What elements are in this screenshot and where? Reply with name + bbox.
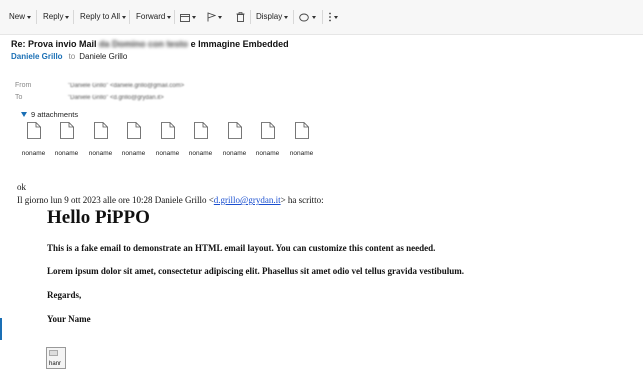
attachment-item[interactable]: noname [151, 122, 184, 157]
delete-button[interactable] [236, 9, 245, 25]
toolbar-divider [129, 10, 130, 24]
from-value: "Daniele Grillo" <daniele.grillo@gmail.c… [68, 83, 185, 89]
attachment-name: noname [188, 150, 213, 157]
attachment-item[interactable]: noname [251, 122, 284, 157]
email-signature-name: Your Name [47, 314, 91, 324]
reply-all-button[interactable]: Reply to All [80, 9, 127, 25]
toolbar-divider [322, 10, 323, 24]
file-icon [59, 122, 74, 139]
reply-text: ok [17, 182, 26, 192]
caret-down-icon [27, 15, 32, 19]
email-paragraph-1: This is a fake email to demonstrate an H… [47, 243, 436, 253]
embedded-image-placeholder[interactable]: hanr [46, 347, 66, 369]
message-subject: Re: Prova invio Mail da Domino con testo… [11, 39, 289, 49]
attachment-name: noname [255, 150, 280, 157]
trash-icon [236, 12, 245, 22]
caret-down-icon [167, 15, 172, 19]
flag-icon [207, 12, 216, 22]
attachment-name: noname [88, 150, 113, 157]
caret-down-icon [192, 15, 196, 19]
email-regards: Regards, [47, 290, 82, 300]
move-folder-button[interactable] [180, 9, 196, 25]
recipient-name[interactable]: Daniele Grillo [79, 52, 127, 61]
attachments-count: 9 attachments [31, 110, 79, 119]
quote-prefix: Il giorno lun 9 ott 2023 alle ore 10:28 … [17, 195, 214, 205]
attachment-item[interactable]: noname [218, 122, 251, 157]
file-icon [26, 122, 41, 139]
reply-all-button-label: Reply to All [80, 12, 121, 21]
file-icon [227, 122, 242, 139]
forward-button-label: Forward [136, 12, 166, 21]
attachment-item[interactable]: noname [84, 122, 117, 157]
caret-down-icon [334, 15, 338, 19]
email-paragraph-2: Lorem ipsum dolor sit amet, consectetur … [47, 266, 464, 276]
attachment-item[interactable]: noname [50, 122, 83, 157]
file-icon [160, 122, 175, 139]
file-icon [126, 122, 141, 139]
attachment-name: noname [54, 150, 79, 157]
attachment-item[interactable]: noname [117, 122, 150, 157]
more-icon [329, 12, 331, 22]
more-button[interactable] [328, 9, 338, 25]
attachment-item[interactable]: noname [17, 122, 50, 157]
subject-prefix: Re: Prova invio Mail [11, 39, 97, 49]
attachment-name: noname [222, 150, 247, 157]
caret-down-icon [122, 15, 127, 19]
file-icon [93, 122, 108, 139]
toolbar-divider [174, 10, 175, 24]
display-button-label: Display [256, 12, 283, 21]
attachment-toggle-icon [21, 112, 27, 117]
tag-button[interactable] [299, 9, 316, 25]
file-icon [260, 122, 275, 139]
sender-name[interactable]: Daniele Grillo [11, 52, 63, 61]
new-button[interactable]: New [9, 9, 32, 25]
caret-down-icon [284, 15, 289, 19]
from-label: From [15, 82, 32, 89]
quote-email-link[interactable]: d.grillo@grydan.it [214, 195, 281, 205]
subject-suffix: e Immagine Embedded [190, 39, 289, 49]
embedded-image-label: hanr [49, 361, 62, 367]
move-folder-icon [180, 13, 190, 22]
attachment-name: noname [289, 150, 314, 157]
display-button[interactable]: Display [256, 9, 289, 25]
to-field-label: To [15, 94, 23, 101]
sender-line: Daniele Grillo to Daniele Grillo [11, 52, 127, 61]
toolbar-divider [36, 10, 37, 24]
quote-suffix: > ha scritto: [280, 195, 324, 205]
quote-header: Il giorno lun 9 ott 2023 alle ore 10:28 … [17, 195, 324, 205]
to-value: "Daniele Grillo" <d.grillo@grydan.it> [68, 95, 164, 101]
window-edge-accent [0, 318, 2, 340]
attachment-name: noname [121, 150, 146, 157]
forward-button[interactable]: Forward [136, 9, 172, 25]
flag-button[interactable] [207, 9, 222, 25]
attachment-name: noname [21, 150, 46, 157]
file-icon [294, 122, 309, 139]
caret-down-icon [312, 15, 316, 19]
subject-redacted: da Domino con testo [99, 39, 189, 49]
toolbar-divider [73, 10, 74, 24]
attachments-toggle[interactable]: 9 attachments [21, 110, 78, 119]
tag-icon [299, 13, 309, 21]
attachment-item[interactable]: noname [184, 122, 217, 157]
caret-down-icon [218, 15, 222, 19]
to-label: to [68, 52, 76, 61]
reply-button-label: Reply [43, 12, 64, 21]
toolbar: New Reply Reply to All Forward Display [0, 0, 643, 35]
toolbar-divider [250, 10, 251, 24]
email-heading: Hello PiPPO [47, 207, 150, 228]
image-menu-icon[interactable] [49, 350, 58, 356]
caret-down-icon [65, 15, 70, 19]
attachment-name: noname [155, 150, 180, 157]
toolbar-divider [293, 10, 294, 24]
new-button-label: New [9, 12, 26, 21]
attachment-item[interactable]: noname [285, 122, 318, 157]
reply-button[interactable]: Reply [43, 9, 70, 25]
file-icon [193, 122, 208, 139]
